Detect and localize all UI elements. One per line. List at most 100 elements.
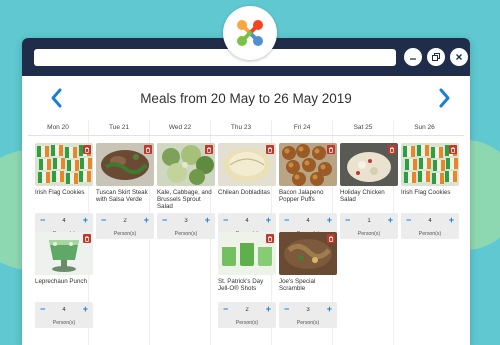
day-column: Bacon Jalapeno Popper Puffs−+Person(s)Jo…	[272, 136, 337, 345]
meal-name: St. Patrick's Day Jell-O® Shots	[218, 278, 264, 293]
meal-name: Irish Flag Cookies	[35, 189, 85, 196]
servings-unit-label: Person(s)	[235, 320, 259, 326]
meal-card[interactable]: Kale, Cabbage, and Brussels Sprout Salad…	[157, 143, 215, 239]
meal-name: Holiday Chicken Salad	[340, 189, 385, 204]
decrease-servings-button[interactable]: −	[284, 216, 289, 225]
servings-input[interactable]	[54, 305, 74, 314]
decrease-servings-button[interactable]: −	[40, 216, 45, 225]
day-column: Tuscan Skirt Steak with Salsa Verde − + Per…	[89, 136, 154, 345]
increase-servings-button[interactable]: +	[144, 216, 149, 225]
increase-servings-button[interactable]: +	[449, 216, 454, 225]
servings-unit-label: Person(s)	[113, 231, 137, 237]
day-column: Irish Flag Cookies − + Person(s)	[394, 136, 459, 345]
meal-photo	[279, 143, 337, 186]
meal-photo	[35, 143, 93, 186]
servings-input[interactable]	[298, 305, 318, 314]
increase-servings-button[interactable]: +	[327, 216, 332, 225]
meal-name: Leprechaun Punch	[35, 278, 87, 285]
day-header: Fri 24	[272, 120, 333, 135]
meal-card[interactable]: Irish Flag Cookies − + Person(s)	[401, 143, 459, 239]
meal-photo	[157, 143, 215, 186]
close-icon	[456, 54, 462, 60]
previous-week-arrow-icon[interactable]	[47, 87, 67, 109]
decrease-servings-button[interactable]: −	[223, 216, 228, 225]
restore-button[interactable]	[427, 48, 445, 66]
day-header: Mon 20	[28, 120, 89, 135]
servings-unit-label: Person(s)	[357, 231, 381, 237]
meal-name: Bacon Jalapeno Popper Puffs	[279, 189, 324, 204]
servings-unit-label: Person(s)	[174, 231, 198, 237]
servings-input[interactable]	[237, 216, 257, 225]
meal-photo	[218, 232, 276, 275]
delete-meal-button[interactable]	[449, 145, 457, 154]
meal-grid: Irish Flag Cookies−+Person(s)Leprechaun …	[28, 136, 464, 345]
meal-card[interactable]: Holiday Chicken Salad − + Person(s)	[340, 143, 398, 239]
servings-stepper: − + Person(s)	[157, 213, 215, 239]
restore-icon	[432, 53, 440, 61]
day-headers: Mon 20 Tue 21 Wed 22 Thu 23 Fri 24 Sat 2…	[28, 120, 464, 136]
close-button[interactable]	[450, 48, 468, 66]
day-column: Kale, Cabbage, and Brussels Sprout Salad…	[150, 136, 215, 345]
servings-input[interactable]	[54, 216, 74, 225]
meal-name: Tuscan Skirt Steak with Salsa Verde	[96, 189, 148, 204]
meal-photo	[96, 143, 154, 186]
address-bar[interactable]	[34, 49, 396, 66]
servings-unit-label: Person(s)	[418, 231, 442, 237]
servings-stepper: − + Person(s)	[401, 213, 459, 239]
day-header: Wed 22	[150, 120, 211, 135]
meal-photo	[401, 143, 459, 186]
servings-stepper: − + Person(s)	[279, 302, 337, 328]
meal-card[interactable]: Tuscan Skirt Steak with Salsa Verde − + Per…	[96, 143, 154, 239]
servings-unit-label: Person(s)	[296, 320, 320, 326]
decrease-servings-button[interactable]: −	[40, 305, 45, 314]
decrease-servings-button[interactable]: −	[406, 216, 411, 225]
meal-photo	[218, 143, 276, 186]
meal-name: Irish Flag Cookies	[401, 189, 451, 196]
meal-name: Chilean Dobladitas	[218, 189, 270, 196]
increase-servings-button[interactable]: +	[83, 216, 88, 225]
decrease-servings-button[interactable]: −	[162, 216, 167, 225]
day-column: Irish Flag Cookies−+Person(s)Leprechaun …	[28, 136, 93, 345]
decrease-servings-button[interactable]: −	[345, 216, 350, 225]
day-header: Sat 25	[333, 120, 394, 135]
increase-servings-button[interactable]: +	[266, 305, 271, 314]
increase-servings-button[interactable]: +	[205, 216, 210, 225]
day-column: Chilean Dobladitas−+Person(s)St. Patrick…	[211, 136, 276, 345]
servings-stepper: − + Person(s)	[340, 213, 398, 239]
servings-input[interactable]	[420, 216, 440, 225]
day-header: Thu 23	[211, 120, 272, 135]
servings-input[interactable]	[115, 216, 135, 225]
increase-servings-button[interactable]: +	[327, 305, 332, 314]
servings-input[interactable]	[176, 216, 196, 225]
servings-input[interactable]	[359, 216, 379, 225]
day-header: Tue 21	[89, 120, 150, 135]
servings-input[interactable]	[298, 216, 318, 225]
browser-window: Meals from 20 May to 26 May 2019 Mon 20 …	[22, 38, 470, 345]
meal-photo	[279, 232, 337, 275]
decrease-servings-button[interactable]: −	[101, 216, 106, 225]
joomla-logo	[223, 6, 277, 60]
servings-unit-label: Person(s)	[52, 320, 76, 326]
meal-card[interactable]: Joe's Special Scramble − + Person(s)	[279, 232, 337, 328]
minimize-button[interactable]	[404, 48, 422, 66]
next-week-arrow-icon[interactable]	[434, 87, 454, 109]
decrease-servings-button[interactable]: −	[223, 305, 228, 314]
meal-card[interactable]: St. Patrick's Day Jell-O® Shots − + Person(…	[218, 232, 276, 328]
servings-stepper: − + Person(s)	[35, 302, 93, 328]
meal-photo	[340, 143, 398, 186]
page-title: Meals from 20 May to 26 May 2019	[140, 90, 352, 106]
meal-name: Joe's Special Scramble	[279, 278, 316, 293]
meal-card[interactable]: Leprechaun Punch − + Person(s)	[35, 232, 93, 328]
servings-input[interactable]	[237, 305, 257, 314]
servings-stepper: − + Person(s)	[96, 213, 154, 239]
increase-servings-button[interactable]: +	[388, 216, 393, 225]
meal-card[interactable]: Bacon Jalapeno Popper Puffs−+Person(s)	[279, 143, 337, 239]
trash-icon	[450, 146, 456, 153]
decrease-servings-button[interactable]: −	[284, 305, 289, 314]
day-column: Holiday Chicken Salad − + Person(s)	[333, 136, 398, 345]
week-header: Meals from 20 May to 26 May 2019	[22, 76, 470, 120]
increase-servings-button[interactable]: +	[83, 305, 88, 314]
meal-card[interactable]: Irish Flag Cookies−+Person(s)	[35, 143, 93, 239]
increase-servings-button[interactable]: +	[266, 216, 271, 225]
meal-card[interactable]: Chilean Dobladitas−+Person(s)	[218, 143, 276, 239]
